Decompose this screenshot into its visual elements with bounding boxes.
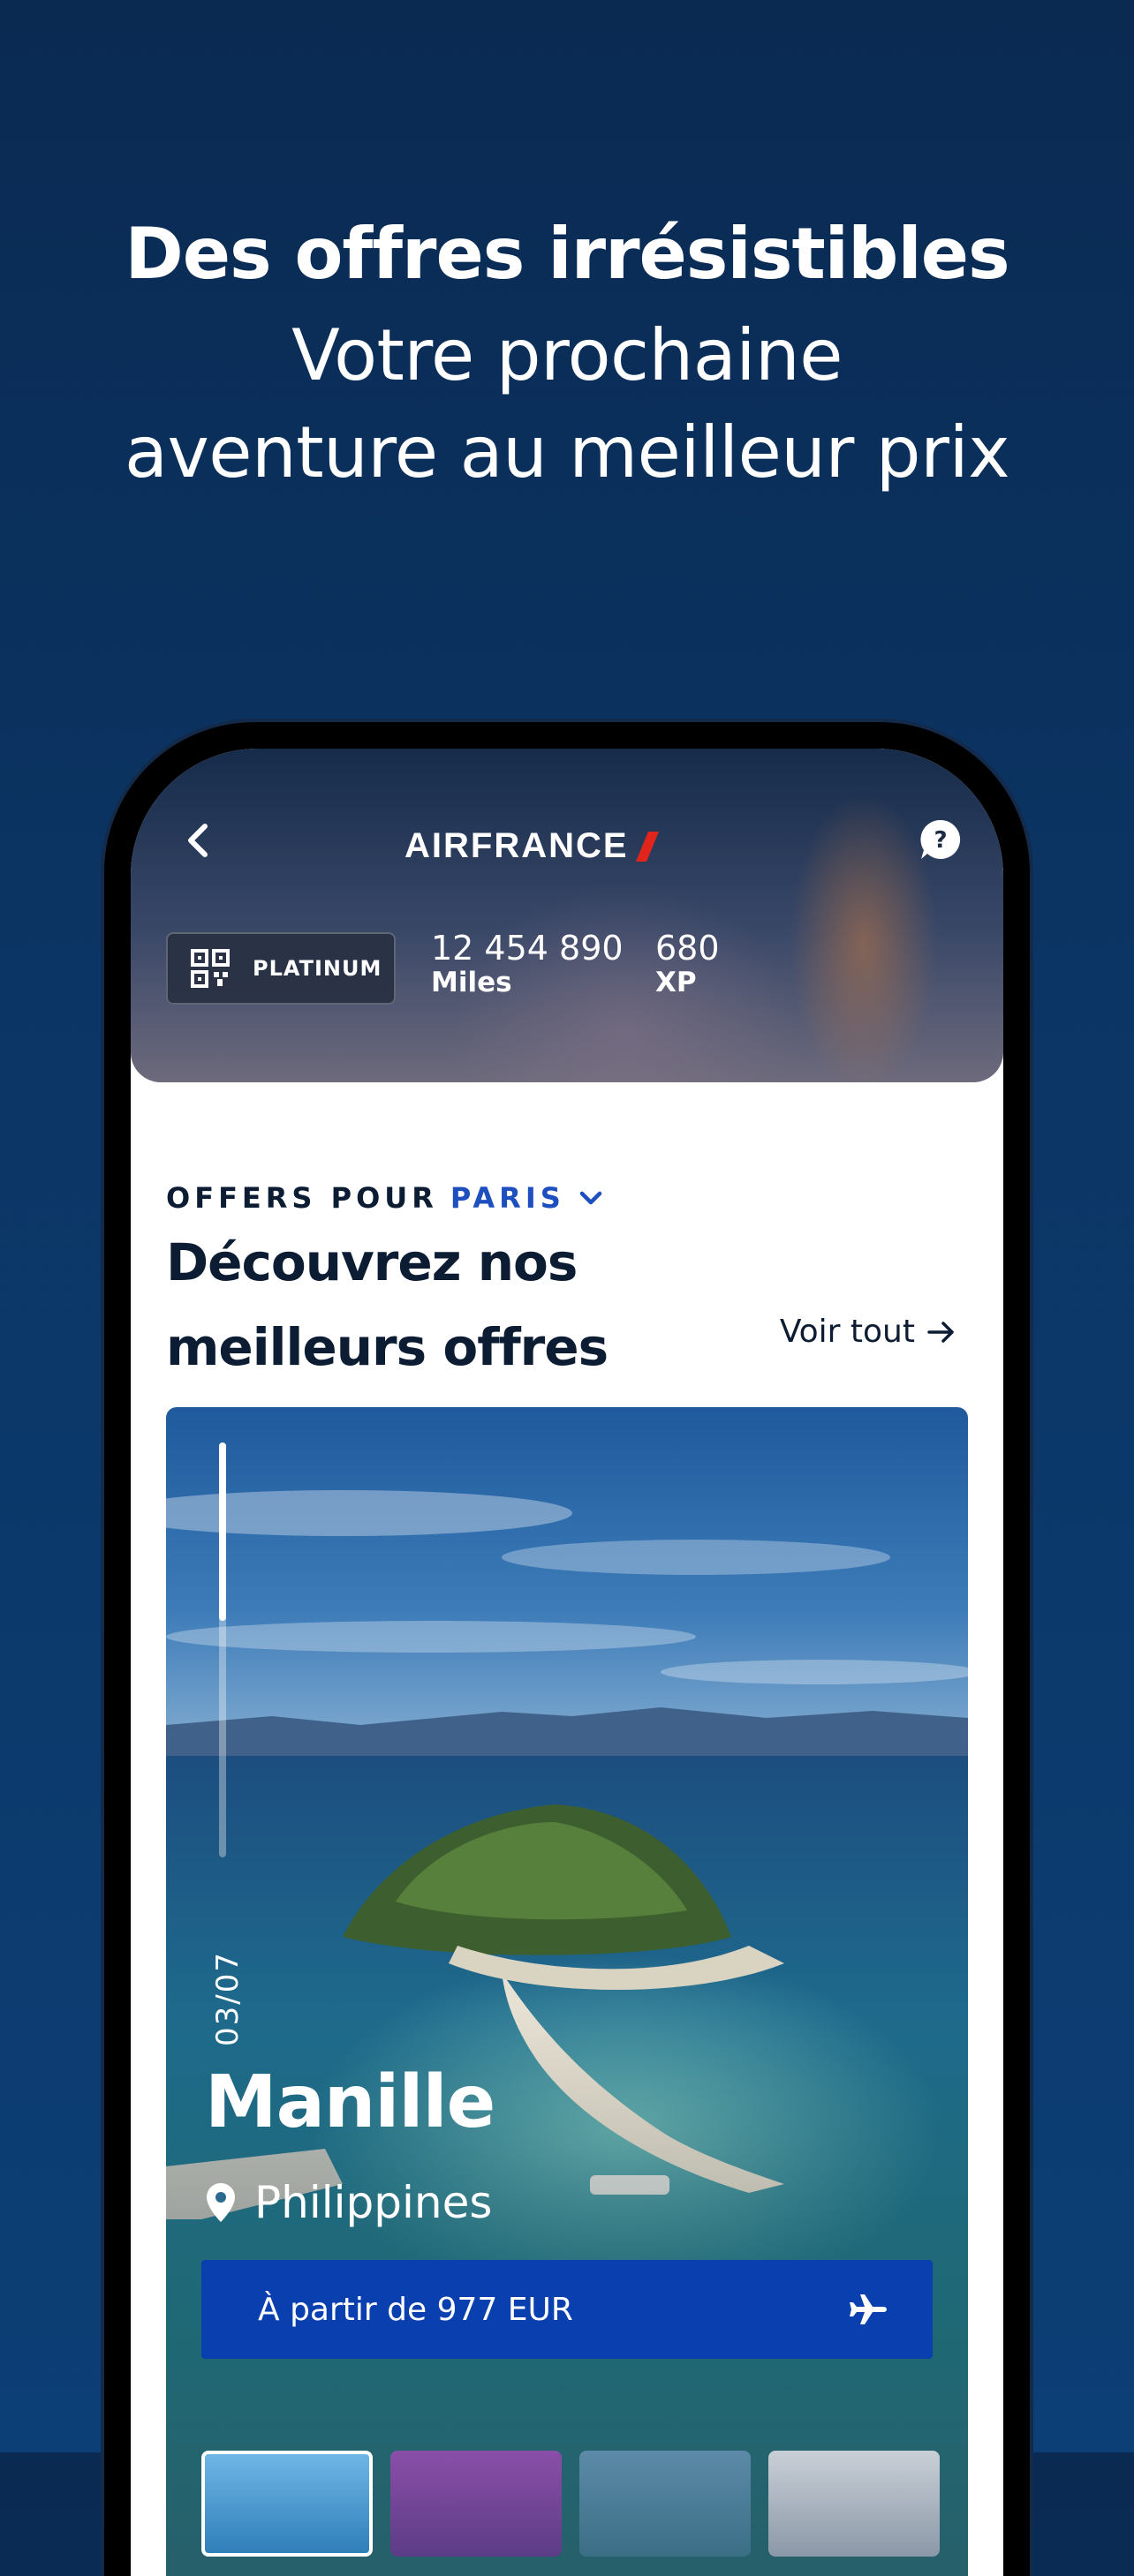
svg-text:?: ? <box>934 827 947 854</box>
phone-frame: AIRFRANCE ? PLATINUM 12 454 890 Miles 68… <box>104 722 1030 2576</box>
xp-value: 680 <box>655 929 720 968</box>
help-chat-icon[interactable]: ? <box>919 817 963 862</box>
destination-photo <box>166 1407 968 2576</box>
slide-counter-text: 03/07 <box>210 1951 246 2046</box>
logo-text: AIRFRANCE <box>404 826 629 865</box>
xp-stat: 680 XP <box>655 930 720 998</box>
chevron-down-icon <box>579 1191 602 1205</box>
slide-progress-fill <box>219 1442 226 1622</box>
location-pin-icon <box>207 2183 235 2222</box>
thumbnail-2[interactable] <box>390 2451 562 2557</box>
section-title: Découvrez nos meilleurs offres <box>166 1232 609 1377</box>
thumbnail-4[interactable] <box>768 2451 940 2557</box>
hero-section: Des offres irrésistibles Votre prochaine… <box>0 212 1134 502</box>
arrow-right-icon <box>927 1321 954 1343</box>
see-all-link[interactable]: Voir tout <box>780 1314 957 1350</box>
xp-label: XP <box>655 966 697 998</box>
airplane-icon <box>850 2294 887 2324</box>
destination-country-label: Philippines <box>254 2177 493 2228</box>
logo-slash-icon <box>635 831 659 862</box>
slide-progress <box>219 1442 226 1857</box>
app-screen: AIRFRANCE ? PLATINUM 12 454 890 Miles 68… <box>131 749 1003 2576</box>
destination-city: Manille <box>205 2060 495 2144</box>
offers-prefix: OFFERS POUR <box>166 1181 438 1215</box>
offers-city: PARIS <box>450 1181 565 1215</box>
city-selector[interactable]: OFFERS POUR PARIS <box>166 1181 604 1215</box>
hero-subtitle-line1: Votre prochaine <box>291 314 843 396</box>
hero-subtitle: Votre prochaine aventure au meilleur pri… <box>0 307 1134 502</box>
chevron-left-icon[interactable] <box>178 819 221 862</box>
hero-title: Des offres irrésistibles <box>125 213 1009 295</box>
airfrance-logo: AIRFRANCE <box>404 826 659 866</box>
thumbnail-3[interactable] <box>579 2451 751 2557</box>
see-all-label: Voir tout <box>779 1314 915 1350</box>
thumbnail-1[interactable] <box>201 2451 373 2557</box>
slide-counter: 03/07 <box>201 1937 254 2060</box>
hero-subtitle-line2: aventure au meilleur prix <box>124 411 1010 494</box>
tier-label: PLATINUM <box>253 956 382 981</box>
price-label: À partir de 977 EUR <box>258 2291 573 2328</box>
qr-code-icon <box>191 949 230 988</box>
app-header: AIRFRANCE ? PLATINUM 12 454 890 Miles 68… <box>131 749 1003 1082</box>
price-button[interactable]: À partir de 977 EUR <box>201 2260 933 2359</box>
destination-card[interactable]: 03/07 Manille Philippines À partir de 97… <box>166 1407 968 2576</box>
miles-label: Miles <box>431 966 512 998</box>
tier-badge[interactable]: PLATINUM <box>166 932 396 1005</box>
miles-stat: 12 454 890 Miles <box>431 930 624 998</box>
destination-country: Philippines <box>205 2177 492 2228</box>
thumbnail-strip <box>201 2451 940 2557</box>
miles-value: 12 454 890 <box>431 929 624 968</box>
